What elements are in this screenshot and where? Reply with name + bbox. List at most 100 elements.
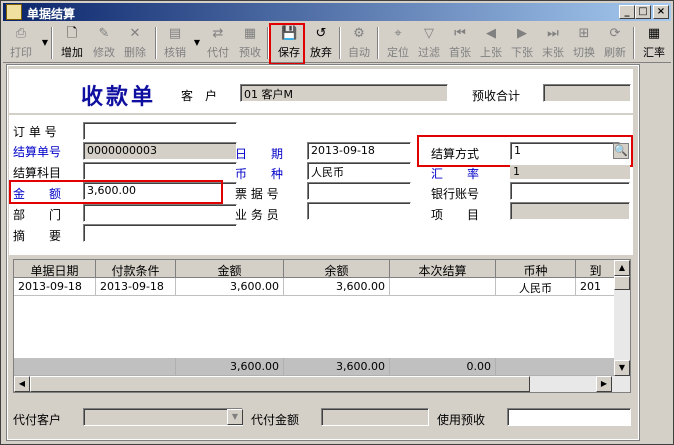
project-label: 项 目 (431, 208, 480, 222)
order-no-field[interactable] (83, 122, 237, 140)
bank-account-label: 银行账号 (431, 187, 480, 201)
next-icon: ▶ (517, 26, 527, 41)
first-icon: ⏮ (454, 26, 466, 41)
printer-icon: ⎙ (15, 26, 27, 41)
cell-terms[interactable]: 2013-09-18 (96, 278, 176, 296)
discard-icon: ↺ (315, 26, 327, 41)
verify-dropdown[interactable]: ▼ (189, 25, 200, 61)
settlement-grid: 单据日期 付款条件 金额 余额 本次结算 币种 到 2013-09-18 201… (13, 259, 631, 393)
prev-button[interactable]: ◀ 上张 (476, 25, 506, 61)
title-bar: 单据结算 _ □ × (3, 3, 671, 21)
customer-field[interactable]: 01 客户M (240, 84, 448, 102)
locate-button[interactable]: ⌖ 定位 (383, 25, 413, 61)
app-icon (6, 4, 22, 20)
cell-date[interactable]: 2013-09-18 (14, 278, 96, 296)
col-header-due[interactable]: 到 (576, 260, 616, 278)
customer-label: 客 户 (181, 89, 218, 103)
prepay-icon: ▦ (243, 26, 257, 41)
minimize-button[interactable]: _ (619, 5, 635, 19)
use-prepay-field[interactable] (507, 408, 631, 426)
add-button[interactable]: 🗋 增加 (57, 25, 87, 61)
cell-settle[interactable] (390, 278, 496, 296)
scroll-down-icon[interactable]: ▼ (614, 360, 630, 376)
verify-icon: ▤ (168, 26, 182, 41)
auto-button[interactable]: ⚙ 自动 (344, 25, 374, 61)
edit-button[interactable]: ✎ 修改 (89, 25, 119, 61)
horizontal-scrollbar[interactable]: ◀ ▶ (14, 376, 630, 392)
prepay-button[interactable]: ▦ 预收 (235, 25, 265, 61)
summary-label: 摘 要 (13, 229, 62, 243)
agent-pay-icon: ⇄ (212, 26, 224, 41)
cell-currency[interactable]: 人民币 (496, 278, 576, 296)
table-row[interactable] (14, 296, 614, 314)
col-header-balance[interactable]: 余额 (284, 260, 390, 278)
summary-field[interactable] (83, 224, 237, 242)
date-field[interactable]: 2013-09-18 (307, 142, 411, 160)
rate-label: 汇 率 (431, 167, 480, 181)
filter-button[interactable]: ▽ 过滤 (414, 25, 444, 61)
agent-amount-field (321, 408, 429, 426)
cell-amount[interactable]: 3,600.00 (176, 278, 284, 296)
col-header-date[interactable]: 单据日期 (14, 260, 96, 278)
table-row[interactable] (14, 332, 614, 350)
agent-customer-field[interactable] (83, 408, 243, 426)
print-button[interactable]: ⎙ 打印 (5, 25, 37, 61)
col-header-settle[interactable]: 本次结算 (390, 260, 496, 278)
salesman-field[interactable] (307, 202, 411, 220)
delete-button[interactable]: ✕ 删除 (120, 25, 150, 61)
scroll-up-icon[interactable]: ▲ (614, 260, 630, 276)
cell-balance[interactable]: 3,600.00 (284, 278, 390, 296)
table-row[interactable]: 2013-09-18 2013-09-18 3,600.00 3,600.00 … (14, 278, 616, 296)
vertical-scroll-thumb[interactable] (614, 276, 630, 290)
first-button[interactable]: ⏮ 首张 (445, 25, 475, 61)
verify-button[interactable]: ▤ 核销 (161, 25, 189, 61)
dept-field[interactable] (83, 204, 237, 222)
toolbar: ⎙ 打印 ▼ 🗋 增加 ✎ 修改 ✕ 删除 ▤ 核销 ▼ ⇄ 代付 ▦ 预收 💾 保存 ↺ 放弃 … (3, 23, 671, 63)
maximize-button[interactable]: □ (635, 5, 651, 19)
next-button[interactable]: ▶ 下张 (507, 25, 537, 61)
last-icon: ⏭ (547, 26, 559, 41)
agent-pay-button[interactable]: ⇄ 代付 (203, 25, 233, 61)
refresh-button[interactable]: ⟳ 刷新 (600, 25, 630, 61)
horizontal-scroll-thumb[interactable] (30, 376, 530, 392)
scroll-right-icon[interactable]: ▶ (596, 376, 612, 392)
col-header-terms[interactable]: 付款条件 (96, 260, 176, 278)
use-prepay-label: 使用预收 (437, 413, 486, 427)
vertical-scrollbar[interactable]: ▲ ▼ (614, 260, 630, 376)
totals-row: 3,600.00 3,600.00 0.00 (14, 358, 616, 376)
bill-no-field[interactable] (307, 182, 411, 200)
switch-button[interactable]: ⊞ 切换 (569, 25, 599, 61)
chevron-down-icon[interactable]: ▼ (227, 409, 243, 425)
settle-subject-label: 结算科目 (13, 166, 62, 180)
scroll-left-icon[interactable]: ◀ (14, 376, 30, 392)
bank-account-field[interactable] (510, 182, 630, 200)
salesman-label: 业 务 员 (235, 208, 279, 222)
filter-icon: ▽ (424, 26, 434, 41)
save-highlight-box (269, 23, 305, 65)
switch-icon: ⊞ (578, 26, 590, 41)
add-document-icon: 🗋 (66, 26, 78, 41)
table-row[interactable] (14, 314, 614, 332)
total-balance: 3,600.00 (284, 358, 390, 376)
rate-button[interactable]: ▦ 汇率 (639, 25, 669, 61)
total-amount: 3,600.00 (176, 358, 284, 376)
discard-button[interactable]: ↺ 放弃 (306, 25, 336, 61)
edit-icon: ✎ (98, 26, 110, 41)
date-label: 日 期 (235, 147, 284, 161)
agent-customer-label: 代付客户 (13, 413, 62, 427)
col-header-currency[interactable]: 币种 (496, 260, 576, 278)
last-button[interactable]: ⏭ 末张 (538, 25, 568, 61)
currency-field[interactable]: 人民币 (307, 162, 411, 180)
prev-icon: ◀ (486, 26, 496, 41)
close-button[interactable]: × (653, 5, 669, 19)
auto-icon: ⚙ (353, 26, 365, 41)
print-dropdown[interactable]: ▼ (37, 25, 48, 61)
settle-no-label: 结算单号 (13, 145, 62, 159)
prepay-total-field (543, 84, 631, 102)
settle-no-field: 0000000003 (83, 142, 237, 160)
refresh-icon: ⟳ (609, 26, 621, 41)
grid-header: 单据日期 付款条件 金额 余额 本次结算 币种 到 (14, 260, 616, 278)
col-header-amount[interactable]: 金额 (176, 260, 284, 278)
cell-due[interactable]: 201 (576, 278, 616, 296)
settle-subject-field[interactable] (83, 162, 237, 180)
